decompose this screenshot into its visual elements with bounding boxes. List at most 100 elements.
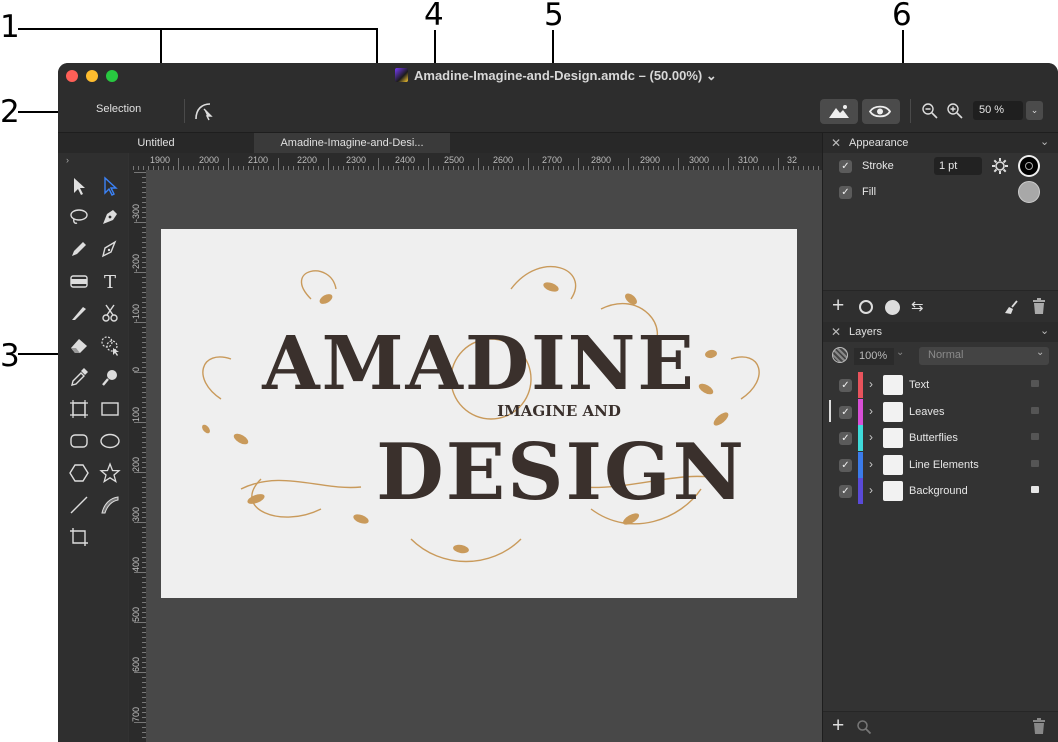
delete-layer-trash-icon[interactable] [1032, 718, 1046, 735]
tab-amadine-document[interactable]: Amadine-Imagine-and-Desi... [254, 133, 450, 153]
path-direction-icon[interactable] [192, 99, 216, 123]
ruler-tick [134, 722, 146, 723]
zoom-out-icon[interactable] [921, 102, 939, 120]
layer-lock-icon[interactable] [1031, 380, 1039, 387]
callout-5: 5 [544, 0, 564, 33]
title-chevron-icon: ⌄ [705, 68, 717, 83]
layer-opacity-field[interactable]: 100% [854, 348, 894, 365]
zoom-in-icon[interactable] [946, 102, 964, 120]
selection-tool-icon[interactable] [68, 175, 90, 197]
eraser-tool-icon[interactable] [68, 334, 90, 356]
ruler-h-label: 2400 [395, 155, 416, 165]
opacity-dropdown-icon[interactable]: ⌄ [896, 347, 904, 358]
layer-expand-chevron-icon[interactable]: › [869, 430, 873, 444]
amadine-artwork: AMADINE IMAGINE AND DESIGN [202, 265, 760, 563]
fill-checkbox[interactable]: ✓ [839, 186, 852, 199]
close-window-button[interactable] [66, 70, 78, 82]
text-tool-icon[interactable]: T [99, 270, 121, 293]
tab-untitled[interactable]: Untitled [58, 133, 254, 153]
layer-visibility-checkbox[interactable]: ✓ [839, 405, 852, 419]
layer-row[interactable]: ✓ › Text [823, 372, 1058, 398]
layer-name: Line Elements [909, 458, 979, 471]
layer-lock-icon[interactable] [1031, 433, 1039, 440]
layer-row[interactable]: ✓ › Butterflies [823, 425, 1058, 451]
polygon-tool-icon[interactable] [68, 462, 90, 484]
canvas-area[interactable]: AMADINE IMAGINE AND DESIGN [146, 170, 822, 742]
layer-expand-chevron-icon[interactable]: › [869, 483, 873, 497]
clear-appearance-brush-icon[interactable] [1003, 299, 1019, 315]
zoom-field[interactable]: 50 % [973, 101, 1023, 120]
stroke-width-field[interactable]: 1 pt [934, 157, 982, 175]
rounded-rectangle-tool-icon[interactable] [68, 430, 90, 452]
rectangle-tool-icon[interactable] [99, 398, 121, 420]
toolbar-divider-2 [910, 99, 911, 123]
zoom-window-button[interactable] [106, 70, 118, 82]
layer-expand-chevron-icon[interactable]: › [869, 377, 873, 391]
fill-color-swatch[interactable] [1018, 181, 1040, 203]
direct-selection-tool-icon[interactable] [99, 175, 121, 197]
layer-visibility-checkbox[interactable]: ✓ [839, 485, 852, 498]
current-tool-name: Selection [96, 103, 142, 115]
appearance-close-icon[interactable]: ✕ [831, 136, 841, 150]
stroke-settings-gear-icon[interactable] [991, 157, 1009, 175]
layer-opacity-icon[interactable] [832, 347, 848, 363]
ruler-v-label: -100 [131, 303, 141, 322]
window-title[interactable]: Amadine-Imagine-and-Design.amdc – (50.00… [414, 68, 717, 84]
layer-name: Butterflies [909, 432, 958, 444]
view-mode-button[interactable] [862, 99, 900, 124]
ellipse-tool-icon[interactable] [99, 430, 121, 452]
stroke-color-swatch[interactable] [1018, 155, 1040, 177]
minimize-window-button[interactable] [86, 70, 98, 82]
lasso-tool-icon[interactable] [68, 206, 90, 228]
add-attribute-icon[interactable]: + [832, 294, 844, 318]
stroke-checkbox[interactable]: ✓ [839, 160, 852, 173]
layer-expand-chevron-icon[interactable]: › [869, 404, 873, 418]
pencil-tool-icon[interactable] [68, 238, 90, 260]
layer-thumbnail [883, 428, 903, 448]
layer-thumbnail [883, 375, 903, 395]
layer-selection-indicator [829, 400, 831, 422]
delete-attribute-trash-icon[interactable] [1032, 298, 1046, 315]
layers-collapse-icon[interactable]: ⌄ [1040, 324, 1049, 337]
layer-visibility-checkbox[interactable]: ✓ [839, 379, 852, 392]
star-tool-icon[interactable] [99, 462, 121, 484]
add-layer-icon[interactable]: + [832, 714, 844, 738]
line-tool-icon[interactable] [68, 494, 90, 516]
brush-tool-icon[interactable] [99, 238, 121, 260]
layer-lock-icon[interactable] [1031, 459, 1039, 467]
layer-expand-chevron-icon[interactable]: › [869, 457, 873, 471]
arc-tool-icon[interactable] [99, 494, 121, 516]
add-fill-icon[interactable] [885, 300, 900, 315]
search-layers-icon[interactable] [856, 719, 872, 735]
crop-tool-icon[interactable] [68, 526, 90, 548]
blend-mode-select[interactable]: Normal ⌄ [919, 347, 1049, 365]
pen-tool-icon[interactable] [99, 206, 121, 228]
layer-row[interactable]: ✓ › Leaves [823, 398, 1058, 425]
ruler-tick [134, 472, 146, 473]
horizontal-ruler: 1900 2000 2100 2200 2300 2400 2500 2600 2700 2800… [129, 153, 822, 171]
layer-row[interactable]: ✓ › Background [823, 478, 1058, 504]
ruler-v-label: 600 [131, 656, 141, 672]
gradient-tool-icon[interactable] [68, 270, 90, 292]
eyedropper-tool-icon[interactable] [68, 366, 90, 388]
layer-lock-icon[interactable] [1031, 406, 1039, 414]
layers-close-icon[interactable]: ✕ [831, 325, 841, 339]
artboard[interactable]: AMADINE IMAGINE AND DESIGN [161, 229, 797, 598]
layer-visibility-checkbox[interactable]: ✓ [839, 458, 852, 472]
tools-expand-icon[interactable]: › [66, 155, 69, 165]
zoom-dropdown-button[interactable]: ⌄ [1026, 101, 1043, 120]
artboard-tool-icon[interactable] [68, 398, 90, 420]
swap-fill-stroke-icon[interactable]: ⇆ [911, 297, 924, 315]
layer-visibility-checkbox[interactable]: ✓ [839, 432, 852, 445]
layer-row[interactable]: ✓ › Line Elements [823, 451, 1058, 478]
layer-lock-icon[interactable] [1031, 486, 1039, 493]
scissors-tool-icon[interactable] [99, 302, 121, 324]
zoom-tool-icon[interactable] [99, 366, 121, 388]
add-stroke-icon[interactable] [859, 300, 873, 314]
layer-color-tag [858, 372, 863, 398]
appearance-collapse-icon[interactable]: ⌄ [1040, 135, 1049, 148]
knife-tool-icon[interactable] [68, 302, 90, 324]
image-mode-button[interactable] [820, 99, 858, 124]
ruler-h-label: 3000 [689, 155, 710, 165]
shape-builder-tool-icon[interactable] [99, 334, 121, 356]
